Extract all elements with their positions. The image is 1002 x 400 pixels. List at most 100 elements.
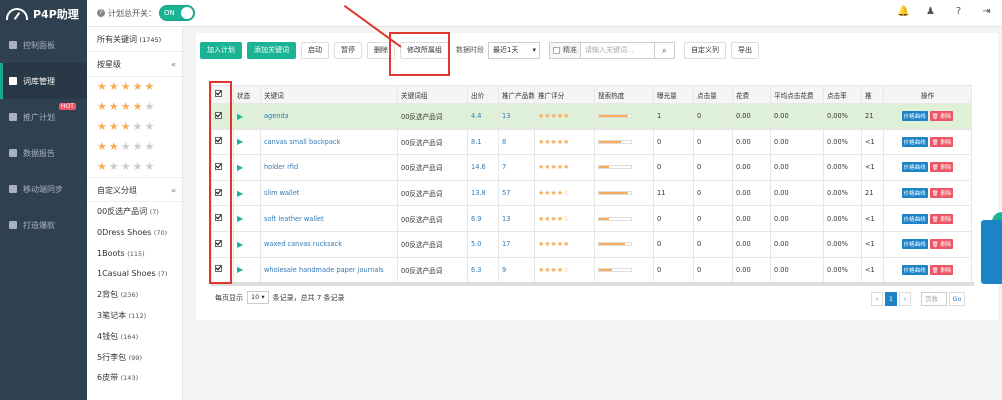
- products-cell[interactable]: 8: [498, 128, 535, 156]
- bid-cell[interactable]: 6.3: [467, 256, 499, 284]
- next-page-button[interactable]: ›: [899, 292, 911, 306]
- custom-columns-button[interactable]: 自定义列: [684, 41, 726, 59]
- bid-cell[interactable]: 4.4: [467, 103, 499, 130]
- status-cell[interactable]: ▶: [233, 179, 261, 207]
- sidebar-item-2[interactable]: 推广计划 HOT: [0, 99, 87, 135]
- row-delete-button[interactable]: 🗑 删除: [929, 136, 954, 147]
- sidebar-item-1[interactable]: 词库管理: [0, 63, 87, 99]
- floating-side-panel[interactable]: [981, 220, 1002, 284]
- table-row[interactable]: ▶ agenda 00反选产品词 4.4 13 ★★★★★ 1 0 0.00 0.00 0.00% 2…: [211, 103, 972, 130]
- keyword-cell[interactable]: canvas small backpack: [260, 128, 398, 156]
- star-filter-4[interactable]: ★★★★★: [87, 97, 182, 117]
- brand[interactable]: P4P助理: [0, 0, 87, 27]
- row-delete-button[interactable]: 🗑 删除: [929, 111, 954, 122]
- keyword-cell[interactable]: agenda: [260, 103, 398, 130]
- bid-cell[interactable]: 14.6: [467, 154, 499, 181]
- bid-cell[interactable]: 8.1: [467, 128, 499, 156]
- row-delete-button[interactable]: 🗑 删除: [929, 188, 954, 199]
- group-item[interactable]: 1Boots (115): [87, 244, 182, 265]
- group-item[interactable]: 1Casual Shoes (7): [87, 264, 182, 285]
- status-cell[interactable]: ▶: [233, 256, 261, 284]
- export-button[interactable]: 导出: [731, 41, 759, 59]
- group-item[interactable]: 0Dress Shoes (70): [87, 223, 182, 244]
- logout-icon[interactable]: ⇥: [981, 6, 992, 17]
- keyword-cell[interactable]: slim wallet: [260, 179, 398, 207]
- by-stars-header[interactable]: 按星级 «: [87, 52, 182, 77]
- bid-cell[interactable]: 5.0: [467, 230, 499, 258]
- search-button[interactable]: ⌕: [655, 41, 675, 59]
- add-plan-button[interactable]: 加入计划: [200, 41, 242, 59]
- collapse-icon[interactable]: «: [171, 52, 176, 77]
- products-cell[interactable]: 13: [498, 205, 535, 232]
- table-row[interactable]: ▶ soft leather wallet 00反选产品词 6.9 13 ★★★★☆ 0 0 0…: [211, 205, 972, 232]
- per-page-select[interactable]: 10 ▾: [247, 291, 269, 304]
- user-icon[interactable]: ♟: [925, 6, 936, 17]
- row-delete-button[interactable]: 🗑 删除: [929, 162, 954, 173]
- status-cell[interactable]: ▶: [233, 103, 261, 130]
- status-cell[interactable]: ▶: [233, 230, 261, 258]
- data-period-select[interactable]: 最近1天: [488, 41, 540, 59]
- sidebar-item-4[interactable]: 移动端同步: [0, 171, 87, 207]
- keyword-search-input[interactable]: 请输入关键词...: [581, 41, 655, 59]
- group-item[interactable]: 2背包 (236): [87, 285, 182, 306]
- group-item[interactable]: 3笔记本 (112): [87, 306, 182, 327]
- table-row[interactable]: ▶ canvas small backpack 00反选产品词 8.1 8 ★★★★★ 0 0…: [211, 128, 972, 156]
- keyword-cell[interactable]: soft leather wallet: [260, 205, 398, 232]
- page-1-button[interactable]: 1: [885, 292, 897, 306]
- pause-button[interactable]: 暂停: [334, 41, 362, 59]
- exact-match-checkbox[interactable]: 精准: [549, 41, 581, 59]
- table-row[interactable]: ▶ slim wallet 00反选产品词 13.8 57 ★★★★☆ 11 0 0.00 0.0…: [211, 179, 972, 207]
- bid-cell[interactable]: 6.9: [467, 205, 499, 232]
- sidebar-item-3[interactable]: 数据报告: [0, 135, 87, 171]
- go-button[interactable]: Go: [949, 292, 965, 306]
- group-item[interactable]: 00反选产品词 (7): [87, 202, 182, 223]
- products-cell[interactable]: 57: [498, 179, 535, 207]
- price-curve-button[interactable]: 价格曲线: [901, 188, 928, 199]
- prev-page-button[interactable]: ‹: [871, 292, 883, 306]
- star-filter-2[interactable]: ★★★★★: [87, 137, 182, 157]
- price-curve-button[interactable]: 价格曲线: [901, 162, 928, 173]
- add-keyword-button[interactable]: 添加关键词: [247, 41, 296, 59]
- keyword-cell[interactable]: wholesale handmade paper journals: [260, 256, 398, 284]
- play-icon[interactable]: ▶: [237, 189, 243, 198]
- price-curve-button[interactable]: 价格曲线: [901, 213, 928, 224]
- status-cell[interactable]: ▶: [233, 205, 261, 232]
- play-icon[interactable]: ▶: [237, 240, 243, 249]
- price-curve-button[interactable]: 价格曲线: [901, 136, 928, 147]
- plan-switch-toggle[interactable]: ON: [159, 5, 195, 21]
- keyword-cell[interactable]: holder rfid: [260, 154, 398, 181]
- price-curve-button[interactable]: 价格曲线: [901, 239, 928, 250]
- play-icon[interactable]: ▶: [237, 112, 243, 121]
- bid-cell[interactable]: 13.8: [467, 179, 499, 207]
- page-number-input[interactable]: 页数: [921, 292, 947, 306]
- products-cell[interactable]: 17: [498, 230, 535, 258]
- table-row[interactable]: ▶ waxed canvas rucksack 00反选产品词 5.0 17 ★★★★★ 0…: [211, 230, 972, 258]
- group-item[interactable]: 5行李包 (99): [87, 348, 182, 369]
- products-cell[interactable]: 13: [498, 103, 535, 130]
- star-filter-5[interactable]: ★★★★★: [87, 77, 182, 97]
- sidebar-item-0[interactable]: 控制面板: [0, 27, 87, 63]
- play-icon[interactable]: ▶: [237, 214, 243, 223]
- products-cell[interactable]: 9: [498, 256, 535, 284]
- group-item[interactable]: 6皮带 (143): [87, 368, 182, 389]
- collapse-icon[interactable]: «: [171, 178, 176, 203]
- keyword-cell[interactable]: waxed canvas rucksack: [260, 230, 398, 258]
- start-button[interactable]: 启动: [301, 41, 329, 59]
- table-row[interactable]: ▶ holder rfid 00反选产品词 14.6 7 ★★★★★ 0 0 0.00 0.00 0…: [211, 154, 972, 181]
- price-curve-button[interactable]: 价格曲线: [901, 111, 928, 122]
- price-curve-button[interactable]: 价格曲线: [901, 264, 928, 275]
- play-icon[interactable]: ▶: [237, 265, 243, 274]
- row-delete-button[interactable]: 🗑 删除: [929, 264, 954, 275]
- play-icon[interactable]: ▶: [237, 163, 243, 172]
- group-item[interactable]: 4钱包 (164): [87, 327, 182, 348]
- row-delete-button[interactable]: 🗑 删除: [929, 213, 954, 224]
- star-filter-3[interactable]: ★★★★★: [87, 117, 182, 137]
- bell-icon[interactable]: 🔔: [897, 6, 909, 17]
- status-cell[interactable]: ▶: [233, 128, 261, 156]
- sidebar-item-5[interactable]: 打造爆款: [0, 207, 87, 243]
- table-row[interactable]: ▶ wholesale handmade paper journals 00反选产品…: [211, 256, 972, 284]
- status-cell[interactable]: ▶: [233, 154, 261, 181]
- help-icon[interactable]: ?: [953, 6, 964, 17]
- horizontal-scrollbar[interactable]: [211, 282, 974, 286]
- play-icon[interactable]: ▶: [237, 137, 243, 146]
